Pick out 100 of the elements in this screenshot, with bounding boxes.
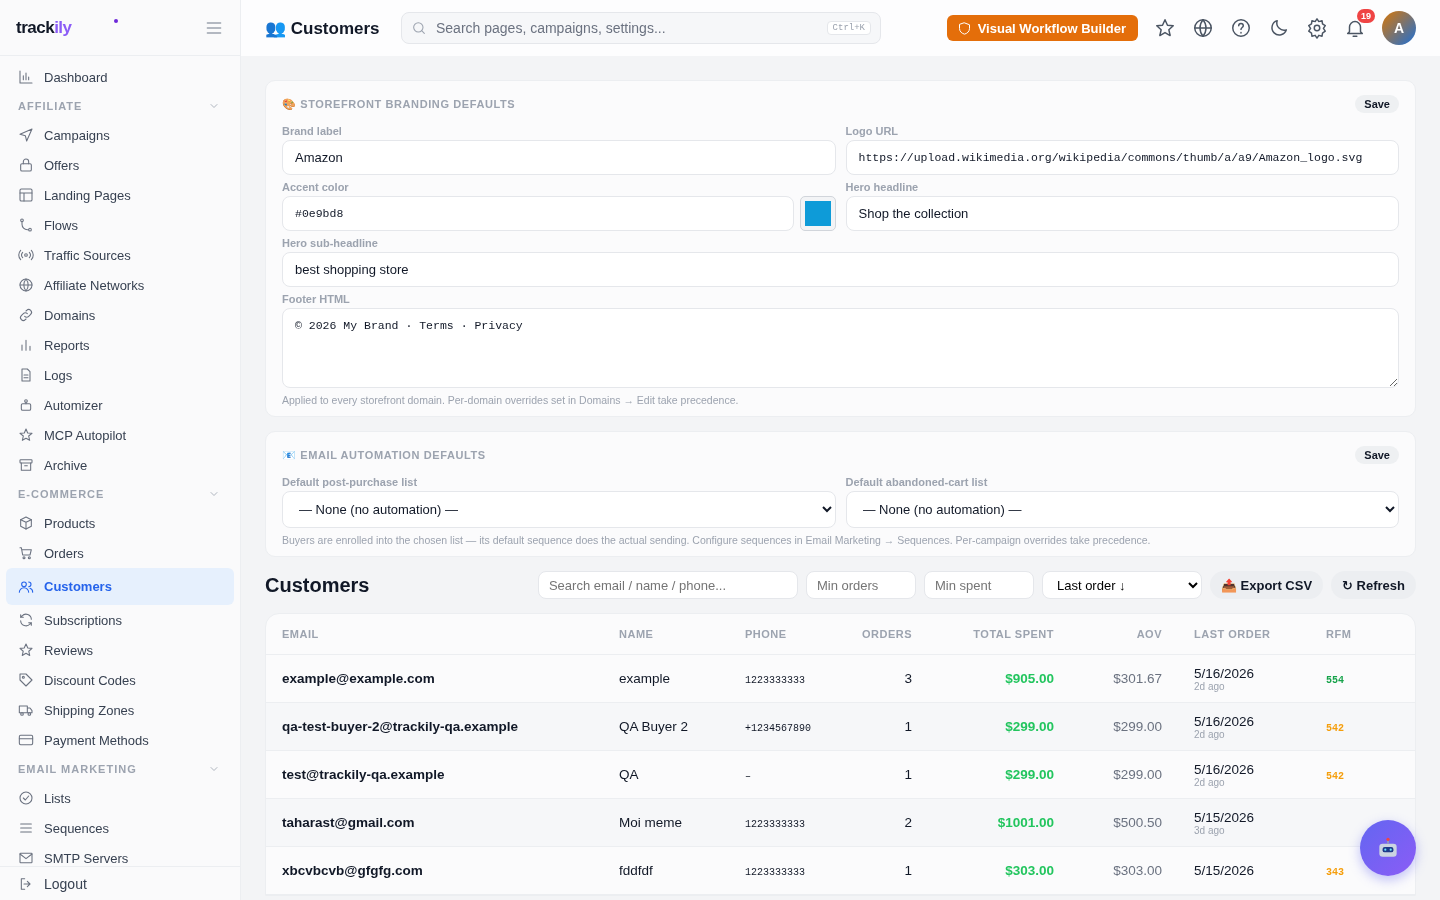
- min-spent-field[interactable]: Min spent: [923, 571, 1034, 599]
- input-field[interactable]: https://upload.wikimedia.org/wikipedia/commons/thumb/a/a9/Amazon_logo.svg: [845, 140, 1399, 175]
- email-cell: qa-test-buyer-2@trackily-qa.example: [282, 719, 518, 734]
- orders-cell: 2: [904, 815, 912, 830]
- field-label: Default post-purchase list: [282, 476, 419, 488]
- tag-icon: [18, 672, 34, 688]
- sidebar-item[interactable]: Landing Pages: [6, 180, 234, 210]
- help-icon[interactable]: [1230, 17, 1252, 39]
- logo[interactable]: trackily: [16, 17, 72, 38]
- date-cell-text: 5/16/2026: [1194, 761, 1256, 777]
- sidebar-item[interactable]: Reports: [6, 330, 234, 360]
- aov-cell: $303.00: [1113, 863, 1162, 878]
- relative-time: 2d ago: [1194, 680, 1226, 692]
- save-button[interactable]: Save: [1355, 446, 1399, 464]
- sidebar-item[interactable]: Archive: [6, 450, 234, 480]
- section-heading: AFFILIATE: [18, 100, 83, 112]
- field-label: Footer HTML: [282, 293, 351, 305]
- sidebar-item[interactable]: Logs: [6, 360, 234, 390]
- refresh-icon: [18, 612, 34, 628]
- sidebar-item[interactable]: Shipping Zones: [6, 695, 234, 725]
- total-spent-cell: $303.00: [1005, 863, 1054, 878]
- sidebar-item[interactable]: Sequences: [6, 813, 234, 843]
- orders-cell: 1: [904, 863, 912, 878]
- phone-cell: +1234567890: [745, 723, 811, 734]
- rfm-score: 343: [1326, 867, 1344, 878]
- settings-icon[interactable]: [1306, 17, 1328, 39]
- sidebar-item[interactable]: Customers: [6, 568, 234, 605]
- sidebar-item[interactable]: Lists: [6, 783, 234, 813]
- status-dot: [113, 18, 118, 23]
- sidebar-item[interactable]: Products: [6, 508, 234, 538]
- date-cell-text: 5/15/2026: [1194, 863, 1256, 878]
- field-label: Hero headline: [845, 181, 920, 193]
- list-dropdown[interactable]: — None (no automation) —: [845, 491, 1399, 528]
- sidebar-item[interactable]: Affiliate Networks: [6, 270, 234, 300]
- field-label: Hero sub-headline: [282, 237, 379, 249]
- globe-icon[interactable]: [1192, 17, 1214, 39]
- lock-icon: [18, 157, 34, 173]
- sidebar-item[interactable]: Payment Methods: [6, 725, 234, 755]
- logout-link[interactable]: Logout: [0, 866, 240, 900]
- input-field[interactable]: best shopping store: [282, 252, 1399, 287]
- name-cell: Moi meme: [619, 815, 682, 830]
- phone-cell: 1223333333: [745, 819, 805, 830]
- branch-icon: [18, 217, 34, 233]
- orders-cell: 3: [904, 671, 912, 686]
- sidebar-item[interactable]: MCP Autopilot: [6, 420, 234, 450]
- input-field[interactable]: Amazon: [282, 140, 836, 175]
- sidebar-item[interactable]: Dashboard: [6, 62, 234, 92]
- name-cell: example: [619, 671, 671, 686]
- sidebar-item[interactable]: Domains: [6, 300, 234, 330]
- list-dropdown[interactable]: — None (no automation) —: [282, 491, 836, 528]
- list-icon: [18, 820, 34, 836]
- min-orders-field[interactable]: Min orders: [805, 571, 916, 599]
- bar-chart-icon: [18, 69, 34, 85]
- search-field[interactable]: Search email / name / phone...: [537, 571, 798, 599]
- total-spent-cell: $299.00: [1005, 767, 1054, 782]
- section-heading: EMAIL MARKETING: [18, 763, 137, 775]
- input-field[interactable]: #0e9bd8: [282, 196, 794, 231]
- field-label: Default abandoned-cart list: [845, 476, 989, 488]
- file-icon: [18, 367, 34, 383]
- sidebar-item[interactable]: Offers: [6, 150, 234, 180]
- globe-icon: [18, 277, 34, 293]
- phone-cell: 1223333333: [745, 675, 805, 686]
- field-label: Brand label: [282, 125, 343, 137]
- box-icon: [18, 515, 34, 531]
- field-label: Logo URL: [845, 125, 900, 137]
- star-icon[interactable]: [1154, 17, 1176, 39]
- mail-icon: [18, 850, 34, 866]
- card-title: 📧 EMAIL AUTOMATION DEFAULTS: [282, 448, 486, 462]
- sidebar-item[interactable]: Orders: [6, 538, 234, 568]
- sidebar-item[interactable]: Subscriptions: [6, 605, 234, 635]
- robot-icon: [18, 397, 34, 413]
- avatar[interactable]: A: [1382, 11, 1416, 45]
- refresh-button[interactable]: ↻ Refresh: [1331, 571, 1416, 599]
- section-title: Customers: [265, 573, 370, 597]
- shortcut-hint: Ctrl+K: [826, 21, 871, 35]
- sidebar-item[interactable]: Campaigns: [6, 120, 234, 150]
- export-button[interactable]: 📤 Export CSV: [1209, 571, 1324, 599]
- link-icon: [18, 307, 34, 323]
- star-icon: [18, 642, 34, 658]
- sidebar-item[interactable]: Traffic Sources: [6, 240, 234, 270]
- help-text: Buyers are enrolled into the chosen list — its default sequence does the actual sending. Configure sequences in Email Marketing → Sequences. Per-campaign overrides take precedence.: [282, 534, 1152, 546]
- card-title: 🎨 STOREFRONT BRANDING DEFAULTS: [282, 97, 516, 111]
- input-field[interactable]: Shop the collection: [845, 196, 1399, 231]
- sidebar-item[interactable]: Discount Codes: [6, 665, 234, 695]
- date-cell-text: 5/15/2026: [1194, 809, 1256, 825]
- sidebar-item[interactable]: SMTP Servers: [6, 843, 234, 866]
- aov-cell: $500.50: [1113, 815, 1162, 830]
- textarea-field[interactable]: © 2026 My Brand · Terms · Privacy: [282, 308, 1399, 388]
- sidebar-item[interactable]: Automizer: [6, 390, 234, 420]
- save-button[interactable]: Save: [1355, 95, 1399, 113]
- date-cell-text: 5/16/2026: [1194, 713, 1256, 729]
- send-icon: [18, 127, 34, 143]
- sidebar-item[interactable]: Reviews: [6, 635, 234, 665]
- sort-dropdown[interactable]: Last order ↓: [1041, 571, 1202, 599]
- bar-chart-icon: [18, 337, 34, 353]
- page-title: 👥 Customers: [265, 17, 381, 39]
- relative-time: 3d ago: [1194, 824, 1226, 836]
- email-cell: test@trackily-qa.example: [282, 767, 445, 782]
- moon-icon[interactable]: [1268, 17, 1290, 39]
- sidebar-item[interactable]: Flows: [6, 210, 234, 240]
